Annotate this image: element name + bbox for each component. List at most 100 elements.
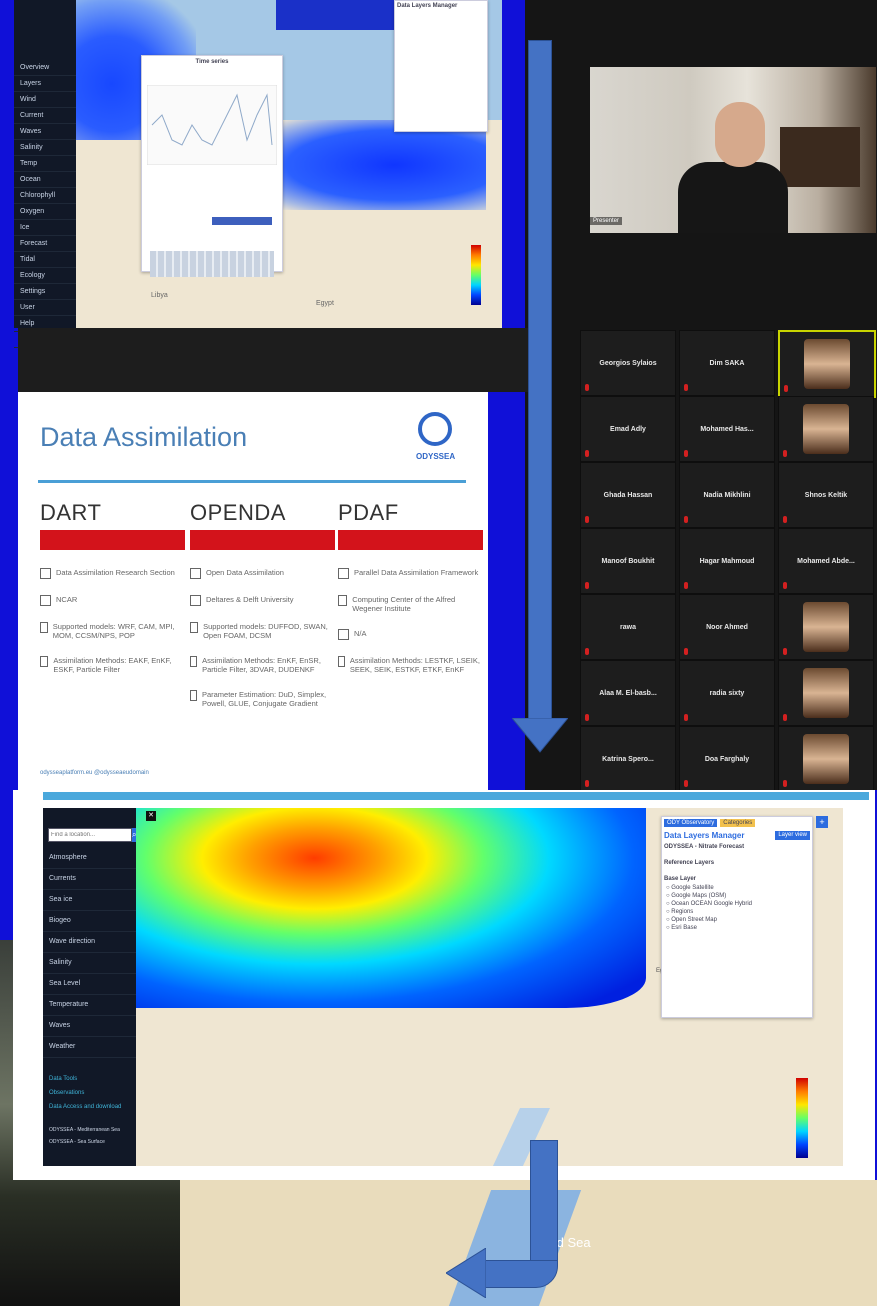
participant-name: Mohamed Abde...: [797, 557, 855, 565]
slide-item-text: Computing Center of the Alfred Wegener I…: [352, 595, 456, 613]
mic-muted-icon: [783, 582, 787, 589]
tab-observatory[interactable]: ODY Observatory: [664, 819, 718, 827]
checkbox-icon: [338, 595, 348, 606]
mic-muted-icon: [783, 780, 787, 787]
slide-list-item: Data Assimilation Research Section: [40, 568, 185, 579]
timeline-slider[interactable]: [150, 251, 274, 277]
search-input[interactable]: [48, 828, 132, 842]
bottom-map[interactable]: ✕ Egypt ODY Observatory Categories Data …: [136, 808, 843, 1166]
participant-tile[interactable]: [778, 330, 876, 398]
participant-tile[interactable]: [778, 396, 874, 462]
column-red-bar: [190, 530, 335, 550]
base-layer-option[interactable]: ○ Google Satellite: [666, 884, 808, 892]
chart-popup[interactable]: Time series: [141, 55, 283, 277]
slide-item-text: Parameter Estimation: DuD, Simplex, Powe…: [201, 690, 327, 708]
sidebar-item[interactable]: Biogeo: [43, 911, 136, 932]
participant-tile[interactable]: [778, 660, 874, 726]
checkbox-icon: [190, 656, 198, 667]
participant-tile[interactable]: Dim SAKA: [679, 330, 775, 396]
webcam-video: Presenter: [590, 67, 876, 233]
sidebar-item[interactable]: Tidal: [14, 252, 76, 268]
participant-tile[interactable]: Mohamed Has...: [679, 396, 775, 462]
sidebar-item[interactable]: Weather: [43, 1037, 136, 1058]
down-arrow-head: [512, 718, 568, 753]
slide-column: PDAF Parallel Data Assimilation Framework…: [338, 500, 483, 690]
sidebar-item[interactable]: Atmosphere: [43, 848, 136, 869]
participant-tile[interactable]: Hagar Mahmoud: [679, 528, 775, 594]
sidebar-item[interactable]: Current: [14, 108, 76, 124]
sidebar-link[interactable]: Observations: [43, 1086, 136, 1100]
participant-tile[interactable]: [778, 726, 874, 792]
sidebar-item[interactable]: Salinity: [43, 953, 136, 974]
participant-tile[interactable]: Alaa M. El-basb...: [580, 660, 676, 726]
participant-name: Alaa M. El-basb...: [599, 689, 657, 697]
expand-icon[interactable]: +: [816, 816, 828, 828]
sidebar-item[interactable]: Wind: [14, 92, 76, 108]
checkbox-icon: [40, 656, 49, 667]
sidebar-item[interactable]: Ocean: [14, 172, 76, 188]
participant-tile[interactable]: radia sixty: [679, 660, 775, 726]
sidebar-item[interactable]: Forecast: [14, 236, 76, 252]
sidebar-item[interactable]: Temperature: [43, 995, 136, 1016]
slide-list-item: Open Data Assimilation: [190, 568, 335, 579]
sidebar-item[interactable]: Sea ice: [43, 890, 136, 911]
layers-panel[interactable]: Data Layers Manager: [394, 0, 488, 132]
participant-tile[interactable]: Emad Adly: [580, 396, 676, 462]
base-layer-option[interactable]: ○ Esri Base: [666, 924, 808, 932]
search-bar[interactable]: ⌕: [48, 828, 137, 842]
sidebar-item[interactable]: Wave direction: [43, 932, 136, 953]
participant-tile[interactable]: Ghada Hassan: [580, 462, 676, 528]
sidebar-item[interactable]: Currents: [43, 869, 136, 890]
participant-tile[interactable]: Katrina Spero...: [580, 726, 676, 792]
layers-panel-title: Data Layers Manager: [397, 3, 458, 9]
participant-tile[interactable]: [778, 594, 874, 660]
base-layer-option[interactable]: ○ Regions: [666, 908, 808, 916]
participant-name: Noor Ahmed: [706, 623, 748, 631]
sidebar-item[interactable]: Salinity: [14, 140, 76, 156]
sidebar-item[interactable]: Sea Level: [43, 974, 136, 995]
sidebar-item[interactable]: User: [14, 300, 76, 316]
base-layer-option[interactable]: ○ Open Street Map: [666, 916, 808, 924]
slide-list-item: Assimilation Methods: EnKF, EnSR, Partic…: [190, 656, 335, 674]
mic-muted-icon: [684, 516, 688, 523]
column-red-bar: [40, 530, 185, 550]
sidebar-item[interactable]: Oxygen: [14, 204, 76, 220]
sidebar-item[interactable]: Layers: [14, 76, 76, 92]
bottom-sidebar: ⌕ AtmosphereCurrentsSea iceBiogeoWave di…: [43, 808, 137, 1166]
base-layer-option[interactable]: ○ Ocean OCEAN Google Hybrid: [666, 900, 808, 908]
participant-tile[interactable]: Georgios Sylaios: [580, 330, 676, 396]
sidebar-link[interactable]: Data Access and download: [43, 1100, 136, 1114]
sidebar-item[interactable]: Waves: [43, 1016, 136, 1037]
logo-text: ODYSSEA: [416, 452, 456, 461]
close-icon[interactable]: ✕: [146, 811, 156, 821]
base-layer-option[interactable]: ○ Google Maps (OSM): [666, 892, 808, 900]
participant-tile[interactable]: Shnos Keltik: [778, 462, 874, 528]
column-red-bar: [338, 530, 483, 550]
tab-categories[interactable]: Categories: [720, 819, 756, 827]
sidebar-item[interactable]: Ecology: [14, 268, 76, 284]
sidebar-item[interactable]: Overview: [14, 60, 76, 76]
sidebar-item[interactable]: Temp: [14, 156, 76, 172]
sidebar-item[interactable]: Waves: [14, 124, 76, 140]
apply-button[interactable]: [212, 217, 272, 225]
participant-tile[interactable]: Nadia Mikhlini: [679, 462, 775, 528]
status-item[interactable]: ODYSSEA - Mediterranean Sea: [43, 1124, 136, 1136]
hook-arrow-shaft: [530, 1140, 558, 1262]
heatmap-east: [256, 120, 486, 210]
top-map[interactable]: Time series Data Layers Manager Libya Eg…: [76, 0, 502, 328]
participant-tile[interactable]: rawa: [580, 594, 676, 660]
participant-name: Manoof Boukhit: [601, 557, 655, 565]
sidebar-link[interactable]: Data Tools: [43, 1072, 136, 1086]
status-item[interactable]: ODYSSEA - Sea Surface: [43, 1136, 136, 1148]
slide-item-text: Data Assimilation Research Section: [56, 568, 175, 577]
layers-manager-panel[interactable]: ODY Observatory Categories Data Layers M…: [661, 816, 813, 1018]
sidebar-item[interactable]: Ice: [14, 220, 76, 236]
participant-tile[interactable]: Doa Farghaly: [679, 726, 775, 792]
slide-list-item: NCAR: [40, 595, 185, 606]
sidebar-item[interactable]: Chlorophyll: [14, 188, 76, 204]
participant-tile[interactable]: Manoof Boukhit: [580, 528, 676, 594]
participant-tile[interactable]: Mohamed Abde...: [778, 528, 874, 594]
layer-view-button[interactable]: Layer view: [775, 831, 810, 840]
sidebar-item[interactable]: Settings: [14, 284, 76, 300]
participant-tile[interactable]: Noor Ahmed: [679, 594, 775, 660]
